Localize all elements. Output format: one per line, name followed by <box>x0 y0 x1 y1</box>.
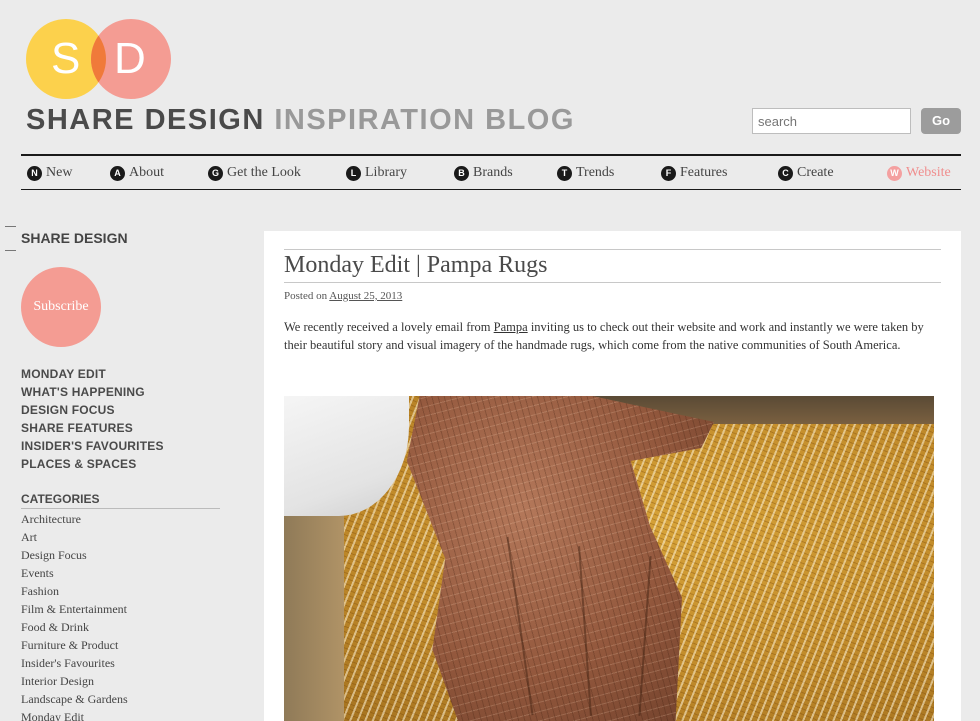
section-links: MONDAY EDIT WHAT'S HAPPENING DESIGN FOCU… <box>21 365 164 473</box>
nav-label-website: Website <box>906 165 951 180</box>
post-title[interactable]: Monday Edit | Pampa Rugs <box>284 252 941 283</box>
category-link[interactable]: Art <box>21 528 128 546</box>
category-link[interactable]: Monday Edit <box>21 708 128 721</box>
nav-label-library: Library <box>365 165 407 180</box>
nav-item-brands[interactable]: B Brands <box>454 165 513 181</box>
nav-badge-b: B <box>454 165 469 181</box>
section-link[interactable]: MONDAY EDIT <box>21 365 164 383</box>
nav-item-features[interactable]: F Features <box>661 165 727 181</box>
post-photo <box>284 396 934 721</box>
nav-badge-c: C <box>778 165 793 181</box>
nav-item-new[interactable]: N New <box>27 165 72 181</box>
nav-item-trends[interactable]: T Trends <box>557 165 614 181</box>
nav-item-about[interactable]: A About <box>110 165 164 181</box>
nav-badge-n: N <box>27 165 42 181</box>
nav-label-get-the-look: Get the Look <box>227 165 301 180</box>
categories-heading: CATEGORIES <box>21 492 220 509</box>
category-link[interactable]: Design Focus <box>21 546 128 564</box>
site-title[interactable]: SHARE DESIGN INSPIRATION BLOG <box>26 104 575 137</box>
post-date-link[interactable]: August 25, 2013 <box>329 290 402 302</box>
pampa-link[interactable]: Pampa <box>494 320 528 334</box>
category-link[interactable]: Architecture <box>21 510 128 528</box>
section-link[interactable]: DESIGN FOCUS <box>21 401 164 419</box>
nav-badge-g: G <box>208 165 223 181</box>
category-link[interactable]: Events <box>21 564 128 582</box>
nav-label-create: Create <box>797 165 834 180</box>
section-link[interactable]: INSIDER'S FAVOURITES <box>21 437 164 455</box>
post-body: We recently received a lovely email from… <box>284 318 941 354</box>
site-logo[interactable]: S D <box>26 19 176 101</box>
site-title-light: INSPIRATION BLOG <box>274 104 575 136</box>
nav-item-get-the-look[interactable]: G Get the Look <box>208 165 301 181</box>
posted-on-label: Posted on <box>284 290 328 302</box>
category-link[interactable]: Fashion <box>21 582 128 600</box>
nav-badge-l: L <box>346 165 361 181</box>
search-input[interactable] <box>752 108 911 134</box>
nav-label-trends: Trends <box>576 165 615 180</box>
sidebar-heading: SHARE DESIGN <box>21 230 128 246</box>
category-list: Architecture Art Design Focus Events Fas… <box>21 510 128 721</box>
nav-label-new: New <box>46 165 73 180</box>
nav-item-create[interactable]: C Create <box>778 165 834 181</box>
post-article: Monday Edit | Pampa Rugs Posted on Augus… <box>264 231 961 721</box>
nav-item-website[interactable]: W Website <box>887 165 951 181</box>
category-link[interactable]: Interior Design <box>21 672 128 690</box>
nav-label-brands: Brands <box>473 165 513 180</box>
post-body-intro: We recently received a lovely email from <box>284 320 494 334</box>
category-link[interactable]: Food & Drink <box>21 618 128 636</box>
site-title-dark: SHARE DESIGN <box>26 104 265 136</box>
nav-badge-w: W <box>887 165 902 181</box>
category-link[interactable]: Landscape & Gardens <box>21 690 128 708</box>
post-meta: Posted on August 25, 2013 <box>284 290 402 302</box>
nav-badge-f: F <box>661 165 676 181</box>
nav-label-features: Features <box>680 165 728 180</box>
sidebar-divider-top <box>5 226 16 227</box>
main-nav: N New A About G Get the Look L Library B… <box>21 154 961 190</box>
nav-badge-a: A <box>110 165 125 181</box>
subscribe-button[interactable]: Subscribe <box>21 267 101 347</box>
nav-badge-t: T <box>557 165 572 181</box>
nav-item-library[interactable]: L Library <box>346 165 407 181</box>
nav-label-about: About <box>129 165 164 180</box>
post-top-rule <box>284 249 941 250</box>
section-link[interactable]: PLACES & SPACES <box>21 455 164 473</box>
logo-letter-s: S <box>51 34 81 83</box>
section-link[interactable]: SHARE FEATURES <box>21 419 164 437</box>
background-shadow <box>284 496 344 721</box>
go-button[interactable]: Go <box>921 108 961 134</box>
category-link[interactable]: Insider's Favourites <box>21 654 128 672</box>
sidebar-divider-bottom <box>5 250 16 251</box>
category-link[interactable]: Film & Entertainment <box>21 600 128 618</box>
logo-letter-d: D <box>114 34 146 83</box>
section-link[interactable]: WHAT'S HAPPENING <box>21 383 164 401</box>
category-link[interactable]: Furniture & Product <box>21 636 128 654</box>
